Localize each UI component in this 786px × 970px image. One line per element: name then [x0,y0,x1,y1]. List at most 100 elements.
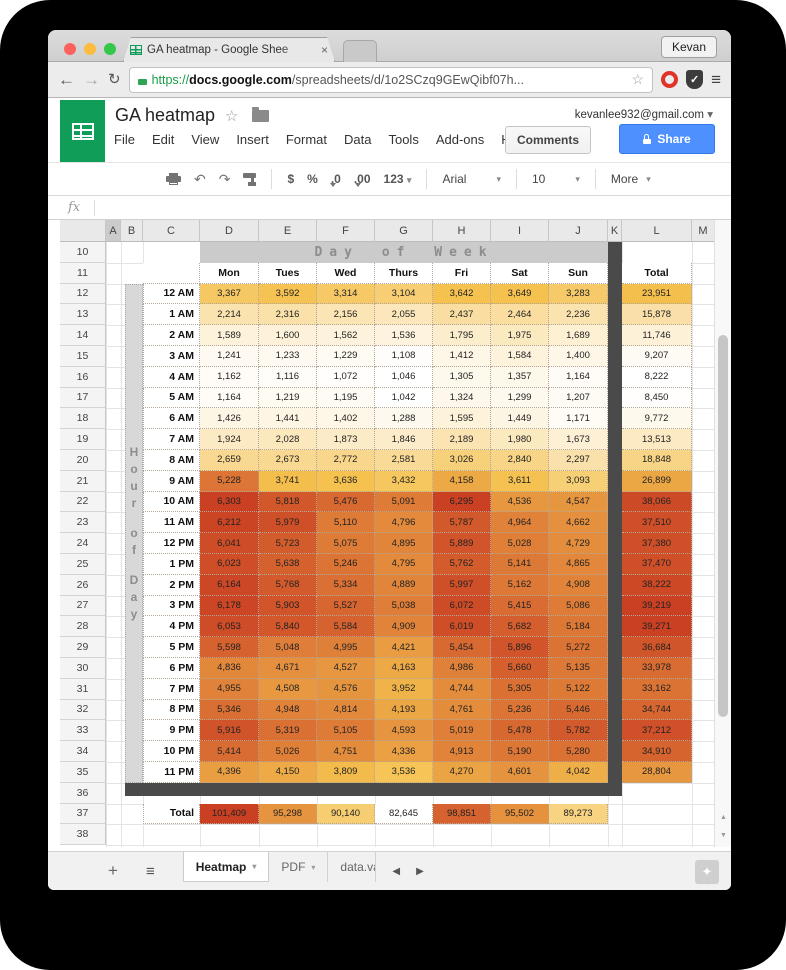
hour-label[interactable]: 8 PM [143,699,200,721]
heat-cell[interactable]: 1,195 [317,387,375,409]
row-total-cell[interactable]: 18,848 [622,450,692,471]
star-document-icon[interactable]: ☆ [225,107,238,125]
menu-view[interactable]: View [191,132,219,147]
hour-label[interactable]: 10 PM [143,741,200,762]
heat-cell[interactable]: 4,270 [433,762,491,783]
heat-cell[interactable]: 5,028 [491,533,549,554]
heat-cell[interactable]: 4,336 [375,741,433,762]
heat-cell[interactable]: 4,042 [549,762,608,783]
row-header-17[interactable]: 17 [60,387,106,409]
heat-cell[interactable]: 1,162 [200,366,259,388]
heat-cell[interactable]: 1,402 [317,408,375,430]
heat-cell[interactable]: 6,303 [200,491,259,513]
column-total-cell[interactable]: 90,140 [317,803,375,825]
heat-cell[interactable]: 5,346 [200,699,259,721]
row-total-cell[interactable]: 11,746 [622,325,692,346]
heat-cell[interactable]: 2,772 [317,450,375,471]
document-title[interactable]: GA heatmap [115,105,215,126]
heat-cell[interactable]: 4,751 [317,741,375,762]
heat-cell[interactable]: 5,916 [200,720,259,742]
row-header-35[interactable]: 35 [60,762,106,783]
formula-bar[interactable]: fx [48,196,731,220]
row-total-cell[interactable]: 9,207 [622,346,692,367]
heat-cell[interactable]: 5,228 [200,470,259,492]
column-header-I[interactable]: I [491,220,549,242]
heat-cell[interactable]: 3,093 [549,470,608,492]
row-header-23[interactable]: 23 [60,512,106,534]
row-header-19[interactable]: 19 [60,429,106,450]
menu-insert[interactable]: Insert [236,132,269,147]
heat-cell[interactable]: 4,593 [375,720,433,742]
heat-cell[interactable]: 4,150 [259,762,317,783]
row-total-cell[interactable]: 39,271 [622,616,692,638]
heat-cell[interactable]: 1,795 [433,325,491,346]
column-total-cell[interactable]: 82,645 [375,803,433,825]
row-total-cell[interactable]: 26,899 [622,470,692,492]
heat-cell[interactable]: 6,023 [200,554,259,575]
row-header-14[interactable]: 14 [60,325,106,346]
hour-label[interactable]: 12 PM [143,533,200,554]
heat-cell[interactable]: 6,178 [200,595,259,617]
forward-icon[interactable]: → [83,71,100,88]
hour-label[interactable]: 9 PM [143,720,200,742]
heat-cell[interactable]: 1,441 [259,408,317,430]
sheet-tab-pdf[interactable]: PDF ▾ [269,852,329,882]
column-total-cell[interactable]: 95,502 [491,803,549,825]
heat-cell[interactable]: 4,193 [375,699,433,721]
heat-cell[interactable]: 5,723 [259,533,317,554]
heat-cell[interactable]: 5,762 [433,554,491,575]
menu-tools[interactable]: Tools [388,132,418,147]
opera-extension-icon[interactable] [661,71,679,88]
sheet-tab-heatmap[interactable]: Heatmap ▾ [182,852,270,882]
heat-cell[interactable]: 4,158 [433,470,491,492]
heat-cell[interactable]: 4,396 [200,762,259,783]
heat-cell[interactable]: 1,426 [200,408,259,430]
scroll-up-icon[interactable]: ▲ [715,809,731,825]
total-row-label[interactable]: Total [143,803,200,825]
heat-cell[interactable]: 6,041 [200,533,259,554]
row-header-12[interactable]: 12 [60,283,106,305]
heat-cell[interactable]: 5,026 [259,741,317,762]
column-header-K[interactable]: K [608,220,622,242]
day-header-fri[interactable]: Fri [433,262,491,284]
hour-label[interactable]: 12 AM [143,283,200,305]
column-header-B[interactable]: B [121,220,143,242]
scroll-down-icon[interactable]: ▼ [715,827,731,843]
heat-cell[interactable]: 4,761 [433,699,491,721]
heat-cell[interactable]: 4,964 [491,512,549,534]
row-header-28[interactable]: 28 [60,616,106,638]
row-total-cell[interactable]: 28,804 [622,762,692,783]
row-header-29[interactable]: 29 [60,637,106,658]
day-header-sat[interactable]: Sat [491,262,549,284]
heat-cell[interactable]: 5,979 [259,512,317,534]
heat-cell[interactable]: 4,948 [259,699,317,721]
more-toolbar-button[interactable]: More ▾ [611,172,651,186]
row-total-cell[interactable]: 38,066 [622,491,692,513]
hour-label[interactable]: 4 AM [143,366,200,388]
heat-cell[interactable]: 4,671 [259,658,317,679]
heat-cell[interactable]: 4,576 [317,678,375,700]
heat-cell[interactable]: 5,682 [491,616,549,638]
move-to-folder-icon[interactable] [252,107,269,122]
heat-cell[interactable]: 1,241 [200,346,259,367]
heat-cell[interactable]: 1,536 [375,325,433,346]
heat-cell[interactable]: 5,787 [433,512,491,534]
menu-format[interactable]: Format [286,132,327,147]
hour-label[interactable]: 1 PM [143,554,200,575]
print-icon[interactable] [166,173,181,185]
heat-cell[interactable]: 5,478 [491,720,549,742]
font-family-select[interactable]: Arial ▾ [442,172,501,186]
heat-cell[interactable]: 5,091 [375,491,433,513]
hour-label[interactable]: 3 PM [143,595,200,617]
heat-cell[interactable]: 1,299 [491,387,549,409]
tab-close-icon[interactable]: × [321,44,328,56]
heat-cell[interactable]: 2,236 [549,304,608,326]
heat-cell[interactable]: 5,019 [433,720,491,742]
comments-button[interactable]: Comments [504,126,591,154]
heat-cell[interactable]: 1,072 [317,366,375,388]
browser-tab[interactable]: GA heatmap - Google Shee × [123,37,335,62]
percent-format-button[interactable]: % [307,172,318,186]
heat-cell[interactable]: 5,075 [317,533,375,554]
heat-cell[interactable]: 4,421 [375,637,433,658]
heat-cell[interactable]: 1,846 [375,429,433,450]
